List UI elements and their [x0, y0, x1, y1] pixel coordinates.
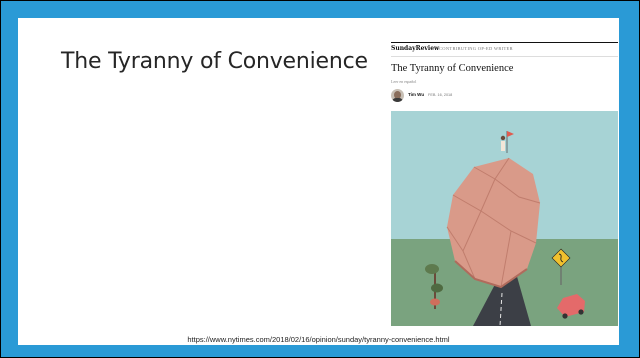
slide-frame: The Tyranny of Convenience SundayReview …: [1, 1, 639, 357]
slide-title: The Tyranny of Convenience: [61, 49, 368, 74]
sunday-review-logo[interactable]: SundayReview: [391, 45, 439, 52]
article-masthead: SundayReview CONTRIBUTING OP-ED WRITER: [391, 42, 618, 57]
publish-date: FEB. 16, 2018: [428, 92, 453, 97]
slide-canvas: The Tyranny of Convenience SundayReview …: [18, 18, 619, 345]
article-byline: Tim Wu FEB. 16, 2018: [391, 89, 618, 103]
article-illustration: [391, 111, 618, 326]
article-section-label: CONTRIBUTING OP-ED WRITER: [439, 46, 513, 51]
source-url-link[interactable]: https://www.nytimes.com/2018/02/16/opini…: [18, 335, 619, 344]
article-screenshot: SundayReview CONTRIBUTING OP-ED WRITER T…: [388, 40, 618, 330]
article-headline: The Tyranny of Convenience: [391, 63, 514, 74]
language-link[interactable]: Leer en español: [391, 79, 416, 84]
author-name[interactable]: Tim Wu: [408, 92, 424, 97]
author-avatar: [391, 89, 404, 102]
